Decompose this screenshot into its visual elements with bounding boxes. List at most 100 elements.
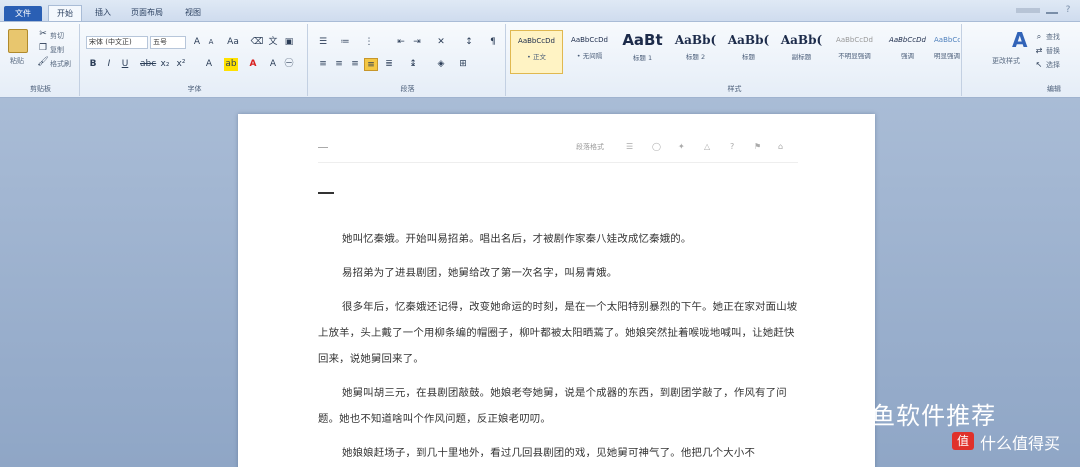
bookmark-icon[interactable]: ⚑ — [754, 142, 761, 151]
watermark-zhihu: 知乎 — [756, 402, 808, 430]
shading-icon[interactable]: ◈ — [434, 58, 448, 71]
select-button[interactable]: 选择 — [1046, 60, 1060, 70]
paragraph[interactable]: 很多年后，忆秦娥还记得，改变她命运的时刻，是在一个太阳特别暴烈的下午。她正在家对… — [318, 294, 798, 372]
subscript-icon[interactable]: x₂ — [158, 58, 172, 71]
line-spacing-icon[interactable]: ↨ — [406, 58, 420, 71]
format-painter-button[interactable]: 格式刷 — [50, 59, 71, 69]
paragraph[interactable]: 她娘娘赶场子，到几十里地外，看过几回县剧团的戏，见她舅可神气了。他把几个大小不 — [318, 440, 798, 466]
align-left-icon[interactable]: ≡ — [316, 58, 330, 71]
distributed-icon[interactable]: ≣ — [382, 58, 396, 71]
paragraph[interactable]: 她叫忆秦娥。开始叫易招弟。唱出名后，才被剧作家秦八娃改成忆秦娥的。 — [318, 226, 798, 252]
document-body[interactable]: 她叫忆秦娥。开始叫易招弟。唱出名后，才被剧作家秦八娃改成忆秦娥的。 易招弟为了进… — [318, 226, 798, 467]
copy-icon[interactable]: ❐ — [36, 42, 50, 55]
replace-button[interactable]: 替换 — [1046, 46, 1060, 56]
watermark-site: 什么值得买 — [980, 434, 1061, 453]
clear-format-icon[interactable]: ⌫ — [250, 36, 264, 49]
change-case-icon[interactable]: Aa — [226, 36, 240, 49]
style-preview: AaBbCcDd — [836, 36, 873, 44]
underline-icon[interactable]: U — [118, 58, 132, 71]
enclose-char-icon[interactable]: ㊀ — [282, 58, 296, 71]
paragraph[interactable]: 易招弟为了进县剧团，她舅给改了第一次名字，叫易青娥。 — [318, 260, 798, 286]
char-shading-icon[interactable]: A — [266, 58, 280, 71]
list-icon[interactable]: ☰ — [626, 142, 633, 151]
clipboard-group-label: 剪贴板 — [30, 85, 51, 93]
align-right-icon[interactable]: ≡ — [348, 58, 362, 71]
decrease-indent-icon[interactable]: ⇤ — [394, 36, 408, 49]
style-no-spacing[interactable]: AaBbCcDd • 无间隔 — [563, 30, 616, 74]
change-styles-button[interactable]: 更改样式 — [992, 56, 1020, 66]
italic-icon[interactable]: I — [102, 58, 116, 71]
cut-button[interactable]: 剪切 — [50, 31, 64, 41]
style-subtle-emphasis[interactable]: AaBbCcDd 不明显强调 — [828, 30, 881, 74]
justify-icon[interactable]: ≡ — [364, 58, 378, 71]
share-icon[interactable]: ⌂ — [778, 142, 783, 151]
change-styles-icon[interactable]: A — [1012, 28, 1027, 52]
tab-insert[interactable]: 插入 — [88, 5, 118, 21]
paragraph[interactable]: 她舅叫胡三元，在县剧团敲鼓。她娘老夸她舅，说是个成器的东西，到剧团学敲了，作风有… — [318, 380, 798, 432]
grow-font-icon[interactable]: A — [190, 36, 204, 49]
page-divider — [318, 162, 798, 163]
char-border-icon[interactable]: ▣ — [282, 36, 296, 49]
style-normal[interactable]: AaBbCcDd • 正文 — [510, 30, 563, 74]
shrink-font-icon[interactable]: A — [204, 36, 218, 49]
increase-indent-icon[interactable]: ⇥ — [410, 36, 424, 49]
like-icon[interactable]: △ — [704, 142, 710, 151]
style-heading-2[interactable]: AaBb( 标题 2 — [669, 30, 722, 74]
style-name: 副标题 — [791, 53, 812, 61]
paste-icon[interactable] — [8, 29, 28, 53]
watermark: 知乎 @ 摸鱼软件推荐 值 什么值得买 — [756, 396, 1060, 453]
help-icon[interactable]: ? — [1062, 5, 1074, 15]
styles-group: AaBbCcDd • 正文 AaBbCcDd • 无间隔 AaBt 标题 1 A… — [508, 24, 962, 96]
cut-icon[interactable]: ✂ — [36, 28, 50, 41]
show-marks-icon[interactable]: ¶ — [486, 36, 500, 49]
font-color-icon[interactable]: A — [246, 58, 260, 71]
style-title[interactable]: AaBb( 标题 — [722, 30, 775, 74]
tab-view[interactable]: 视图 — [178, 5, 208, 21]
align-center-icon[interactable]: ≡ — [332, 58, 346, 71]
highlight-icon[interactable]: ab — [224, 58, 238, 71]
bullets-icon[interactable]: ☰ — [316, 36, 330, 49]
bold-icon[interactable]: B — [86, 58, 100, 71]
paste-button[interactable]: 粘贴 — [10, 56, 24, 66]
font-size-select[interactable]: 五号 — [150, 36, 186, 49]
phonetic-guide-icon[interactable]: 文 — [266, 36, 280, 49]
page-toolbar-dash — [318, 147, 328, 148]
question-icon[interactable]: ? — [730, 142, 734, 151]
style-preview: AaBb( — [727, 33, 770, 47]
pin-icon[interactable]: ✦ — [678, 142, 685, 151]
find-button[interactable]: 查找 — [1046, 32, 1060, 42]
sort-icon[interactable]: ↕ — [462, 36, 476, 49]
style-emphasis[interactable]: AaBbCcDd 强调 — [881, 30, 934, 74]
paragraph-group-label: 段落 — [400, 85, 415, 93]
chinese-layout-icon[interactable]: ✕ — [434, 36, 448, 49]
style-intense-emphasis[interactable]: AaBbCcDd 明显强调 — [934, 30, 960, 74]
style-subtitle[interactable]: AaBb( 副标题 — [775, 30, 828, 74]
comment-icon[interactable]: ◯ — [652, 142, 661, 151]
numbering-icon[interactable]: ≔ — [338, 36, 352, 49]
superscript-icon[interactable]: x² — [174, 58, 188, 71]
minimize-ribbon-icon[interactable] — [1046, 8, 1058, 14]
page-toolbar-label[interactable]: 段落格式 — [576, 142, 604, 152]
style-preview: AaBbCcDd — [518, 37, 555, 45]
multilevel-list-icon[interactable]: ⋮ — [362, 36, 376, 49]
watermark-author: 摸鱼软件推荐 — [846, 402, 997, 430]
font-group: 宋体 (中文正) 五号 A A Aa ⌫ 文 ▣ B I U abc x₂ x²… — [82, 24, 308, 96]
tab-home[interactable]: 开始 — [48, 5, 82, 21]
copy-button[interactable]: 复制 — [50, 45, 64, 55]
clipboard-group: 粘贴 ✂ 剪切 ❐ 复制 🖌 格式刷 剪贴板 — [2, 24, 80, 96]
replace-icon[interactable]: ⇄ — [1032, 44, 1046, 57]
tab-file[interactable]: 文件 — [4, 6, 42, 21]
find-icon[interactable]: ⌕ — [1032, 30, 1046, 43]
format-painter-icon[interactable]: 🖌 — [36, 56, 50, 69]
style-preview: AaBbCcDd — [889, 36, 926, 44]
heading-mark — [318, 192, 334, 194]
font-family-select[interactable]: 宋体 (中文正) — [86, 36, 148, 49]
style-heading-1[interactable]: AaBt 标题 1 — [616, 30, 669, 74]
strikethrough-icon[interactable]: abc — [140, 58, 156, 71]
tab-page-layout[interactable]: 页面布局 — [122, 5, 172, 21]
text-effects-icon[interactable]: A — [202, 58, 216, 71]
select-icon[interactable]: ↖ — [1032, 58, 1046, 71]
style-name: 强调 — [901, 52, 914, 60]
borders-icon[interactable]: ⊞ — [456, 58, 470, 71]
editing-group-label: 编辑 — [1047, 85, 1061, 93]
